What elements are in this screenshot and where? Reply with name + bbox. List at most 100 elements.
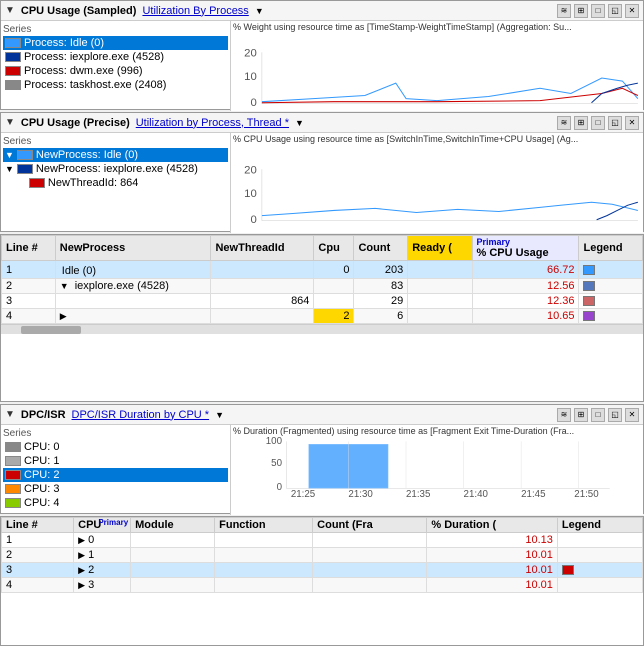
panel2-label-0: NewProcess: Idle (0) <box>36 149 138 161</box>
cell-legend <box>579 261 643 279</box>
th-cpupct[interactable]: Primary % CPU Usage <box>472 236 579 261</box>
panel1-icon1[interactable]: ≋ <box>557 4 571 18</box>
panel2-series-item-0[interactable]: ▼ NewProcess: Idle (0) <box>3 148 228 162</box>
table1-scroll[interactable]: Line # NewProcess NewThreadId Cpu Count … <box>1 235 643 401</box>
th-cpu[interactable]: Cpu <box>314 236 354 261</box>
table-row[interactable]: 1 Idle (0) 0 203 66.72 <box>2 261 643 279</box>
panel4-series-1[interactable]: CPU: 1 <box>3 454 228 468</box>
cell-threadid <box>211 309 314 324</box>
cell-pct: 12.56 <box>472 279 579 294</box>
panel4-series-4[interactable]: CPU: 4 <box>3 496 228 510</box>
series-item-3[interactable]: Process: taskhost.exe (2408) <box>3 78 228 92</box>
panel1-maximize[interactable]: □ <box>591 4 605 18</box>
panel2-icon1[interactable]: ≋ <box>557 116 571 130</box>
table-row[interactable]: 4 ▶ 2 6 10.65 <box>2 309 643 324</box>
panel1-restore[interactable]: ◱ <box>608 4 622 18</box>
th-newthreadid[interactable]: NewThreadId <box>211 236 314 261</box>
expand2-icon[interactable]: ▶ <box>78 565 85 575</box>
svg-text:50: 50 <box>271 458 282 469</box>
series-color-1 <box>5 52 21 62</box>
panel2-series-item-2[interactable]: ▼ NewThreadId: 864 <box>3 176 228 190</box>
panel4-collapse-icon[interactable]: ▼ <box>5 409 15 420</box>
panel2-title: CPU Usage (Precise) <box>21 117 130 129</box>
panel2-dropdown-icon[interactable]: ▼ <box>295 118 304 128</box>
th2-pct[interactable]: % Duration ( <box>427 518 557 533</box>
panel1-collapse-icon[interactable]: ▼ <box>5 5 15 16</box>
panel1-title: CPU Usage (Sampled) <box>21 5 137 17</box>
table-row[interactable]: 4 ▶ 3 10.01 <box>2 578 643 593</box>
panel1-icon2[interactable]: ⊞ <box>574 4 588 18</box>
cell2-pct: 10.01 <box>427 578 557 593</box>
panel4-icon1[interactable]: ≋ <box>557 408 571 422</box>
table-row[interactable]: 2 ▶ 1 10.01 <box>2 548 643 563</box>
th2-legend[interactable]: Legend <box>557 518 642 533</box>
th-newprocess[interactable]: NewProcess <box>55 236 211 261</box>
cell2-pct: 10.13 <box>427 533 557 548</box>
dpc-table: Line # CPU Primary Module Function Count… <box>1 517 643 593</box>
panel4-series-2[interactable]: CPU: 2 <box>3 468 228 482</box>
cell-ready <box>408 309 472 324</box>
panel2-icon2[interactable]: ⊞ <box>574 116 588 130</box>
panel2-tab[interactable]: Utilization by Process, Thread * <box>136 117 289 129</box>
expand2-icon[interactable]: ▶ <box>78 550 85 560</box>
panel1-dropdown-icon[interactable]: ▼ <box>255 6 264 16</box>
th2-cpu[interactable]: CPU Primary <box>74 518 131 533</box>
th-ready[interactable]: Ready ( <box>408 236 472 261</box>
panel4-maximize[interactable]: □ <box>591 408 605 422</box>
expand2-icon[interactable]: ▶ <box>78 535 85 545</box>
table-row[interactable]: 3 864 29 12.36 <box>2 294 643 309</box>
series-item-1[interactable]: Process: iexplore.exe (4528) <box>3 50 228 64</box>
panel4-color-1 <box>5 456 21 466</box>
panel4-header: ▼ DPC/ISR DPC/ISR Duration by CPU * ▼ ≋ … <box>1 405 643 425</box>
panel1-icons: ≋ ⊞ □ ◱ ✕ <box>557 4 639 18</box>
cell2-function <box>215 548 313 563</box>
expand-arrow-0[interactable]: ▼ <box>5 150 14 160</box>
panel4-tab[interactable]: DPC/ISR Duration by CPU * <box>72 409 210 421</box>
panel4-label-0: CPU: 0 <box>24 441 59 453</box>
panel2-close[interactable]: ✕ <box>625 116 639 130</box>
panel4-restore[interactable]: ◱ <box>608 408 622 422</box>
expand-icon[interactable]: ▼ <box>60 281 69 291</box>
th-legend[interactable]: Legend <box>579 236 643 261</box>
expand-arrow-1[interactable]: ▼ <box>5 164 14 174</box>
table1-scrollbar-thumb[interactable] <box>21 326 81 334</box>
panel2-collapse-icon[interactable]: ▼ <box>5 117 15 128</box>
cell-process: Idle (0) <box>55 261 211 279</box>
panel4-dropdown-icon[interactable]: ▼ <box>215 410 224 420</box>
panel2-icons: ≋ ⊞ □ ◱ ✕ <box>557 116 639 130</box>
th2-count[interactable]: Count (Fra <box>313 518 427 533</box>
cell2-pct: 10.01 <box>427 563 557 578</box>
panel2-maximize[interactable]: □ <box>591 116 605 130</box>
table1-scrollbar[interactable] <box>1 324 643 334</box>
th2-function[interactable]: Function <box>215 518 313 533</box>
th2-line[interactable]: Line # <box>2 518 74 533</box>
cell2-function <box>215 563 313 578</box>
panel4-close[interactable]: ✕ <box>625 408 639 422</box>
panel1-close[interactable]: ✕ <box>625 4 639 18</box>
expand-icon[interactable]: ▶ <box>60 311 67 322</box>
series-item-2[interactable]: Process: dwm.exe (996) <box>3 64 228 78</box>
panel1-chart-label: % Weight using resource time as [TimeSta… <box>231 21 611 33</box>
th-line[interactable]: Line # <box>2 236 56 261</box>
panel2-header: ▼ CPU Usage (Precise) Utilization by Pro… <box>1 113 643 133</box>
th-count[interactable]: Count <box>354 236 408 261</box>
series-item-0[interactable]: Process: Idle (0) <box>3 36 228 50</box>
table-row[interactable]: 3 ▶ 2 10.01 <box>2 563 643 578</box>
panel4-icon2[interactable]: ⊞ <box>574 408 588 422</box>
panel2-restore[interactable]: ◱ <box>608 116 622 130</box>
panel2-series-item-1[interactable]: ▼ NewProcess: iexplore.exe (4528) <box>3 162 228 176</box>
expand2-icon[interactable]: ▶ <box>78 580 85 590</box>
panel1-tab[interactable]: Utilization By Process <box>142 5 248 17</box>
cell-line: 4 <box>2 309 56 324</box>
panel4-series-3[interactable]: CPU: 3 <box>3 482 228 496</box>
panel4-title: DPC/ISR <box>21 409 66 421</box>
svg-text:10: 10 <box>244 71 257 83</box>
th2-module[interactable]: Module <box>131 518 215 533</box>
panel4-series-0[interactable]: CPU: 0 <box>3 440 228 454</box>
table-row[interactable]: 2 ▼ iexplore.exe (4528) 83 12.56 <box>2 279 643 294</box>
cell-threadid <box>211 279 314 294</box>
table-row[interactable]: 1 ▶ 0 10.13 <box>2 533 643 548</box>
cell-cpu: 0 <box>314 261 354 279</box>
panel4-color-0 <box>5 442 21 452</box>
table2-scroll[interactable]: Line # CPU Primary Module Function Count… <box>1 517 643 645</box>
